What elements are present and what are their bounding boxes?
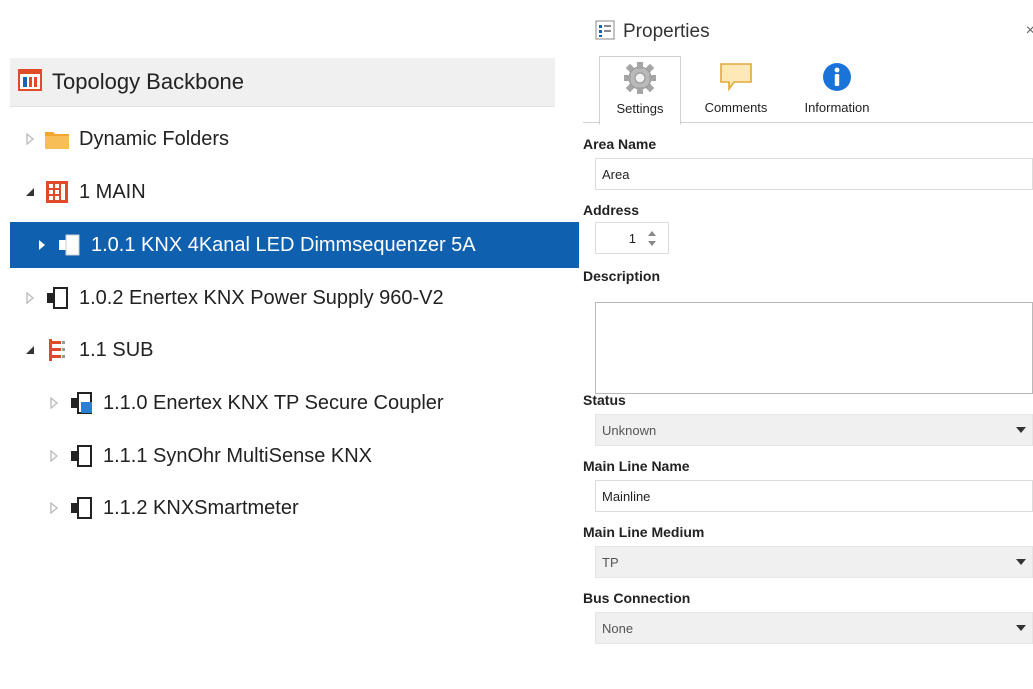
properties-title: Properties (623, 21, 710, 42)
topology-icon (18, 68, 42, 96)
expand-arrow-icon[interactable] (46, 448, 62, 464)
tree-item-label: Dynamic Folders (79, 127, 230, 150)
bus-connection-select[interactable]: None (595, 612, 1033, 644)
tree-item-device-1-1-1[interactable]: 1.1.1 SynOhr MultiSense KNX (10, 433, 591, 479)
status-label: Status (583, 392, 626, 408)
topology-title: Topology Backbone (52, 69, 245, 94)
tree-item-device-1-0-1[interactable]: 1.0.1 KNX 4Kanal LED Dimmsequenzer 5A (10, 222, 579, 268)
stepper-up-icon[interactable] (648, 231, 656, 236)
main-line-name-input[interactable]: Mainline (595, 480, 1033, 512)
tab-label: Comments (704, 100, 768, 115)
tree-item-device-1-0-2[interactable]: 1.0.2 Enertex KNX Power Supply 960-V2 (10, 275, 567, 321)
comment-icon (719, 58, 753, 96)
properties-title-bar: Properties (595, 18, 710, 46)
address-value: 1 (628, 231, 636, 246)
device-icon (68, 496, 94, 520)
area-name-label: Area Name (583, 136, 657, 152)
tree-item-coupler-1-1-0[interactable]: 1.1.0 Enertex KNX TP Secure Coupler (10, 380, 591, 426)
tree-item-device-1-1-2[interactable]: 1.1.2 KNXSmartmeter (10, 485, 591, 531)
collapse-arrow-icon[interactable] (22, 342, 38, 358)
tree-item-main-area[interactable]: 1 MAIN (10, 169, 567, 215)
folder-icon (44, 127, 70, 151)
topology-header[interactable]: Topology Backbone (10, 58, 555, 107)
tree-item-label: 1 MAIN (79, 180, 146, 203)
main-line-medium-select[interactable]: TP (595, 546, 1033, 578)
expand-arrow-icon[interactable] (22, 290, 38, 306)
main-line-name-label: Main Line Name (583, 458, 690, 474)
tree-item-dynamic-folders[interactable]: Dynamic Folders (10, 116, 567, 162)
device-icon (44, 286, 70, 310)
topology-panel: Topology Backbone Dynamic Folders 1 MAIN… (10, 58, 579, 519)
tree-item-label: 1.1.0 Enertex KNX TP Secure Coupler (103, 391, 444, 414)
tab-comments[interactable]: Comments (696, 56, 776, 123)
tab-settings[interactable]: Settings (599, 56, 681, 125)
tree-item-label: 1.0.1 KNX 4Kanal LED Dimmsequenzer 5A (91, 233, 476, 256)
area-icon (44, 180, 70, 204)
expand-arrow-icon[interactable] (34, 237, 50, 253)
description-textarea[interactable] (595, 302, 1033, 394)
close-icon[interactable]: × (1026, 22, 1033, 40)
coupler-icon (68, 391, 94, 415)
expand-arrow-icon[interactable] (46, 500, 62, 516)
gear-icon (623, 59, 657, 97)
bus-connection-value: None (602, 621, 634, 636)
collapse-arrow-icon[interactable] (22, 184, 38, 200)
device-icon (68, 444, 94, 468)
stepper-down-icon[interactable] (648, 241, 656, 246)
expand-arrow-icon[interactable] (46, 395, 62, 411)
line-icon (44, 338, 70, 362)
chevron-down-icon (1016, 625, 1026, 631)
properties-icon (595, 20, 615, 45)
properties-panel: Properties × Settings Comments Informati… (583, 12, 1033, 652)
tree-item-sub-line[interactable]: 1.1 SUB (10, 327, 567, 373)
main-line-medium-label: Main Line Medium (583, 524, 705, 540)
properties-tabs: Settings Comments Information (583, 56, 1033, 125)
tree-item-label: 1.1 SUB (79, 338, 154, 361)
tab-label: Information (804, 100, 870, 115)
status-value: Unknown (602, 423, 657, 438)
bus-connection-label: Bus Connection (583, 590, 691, 606)
tab-information[interactable]: Information (795, 56, 879, 123)
expand-arrow-icon[interactable] (22, 131, 38, 147)
address-label: Address (583, 202, 640, 218)
description-label: Description (583, 268, 661, 284)
device-icon (56, 233, 82, 257)
status-select[interactable]: Unknown (595, 414, 1033, 446)
tree-item-label: 1.1.1 SynOhr MultiSense KNX (103, 444, 373, 467)
info-icon (821, 58, 853, 96)
chevron-down-icon (1016, 427, 1026, 433)
main-line-medium-value: TP (602, 555, 619, 570)
address-stepper[interactable]: 1 (595, 222, 669, 254)
tree-item-label: 1.0.2 Enertex KNX Power Supply 960-V2 (79, 286, 444, 309)
area-name-input[interactable]: Area (595, 158, 1033, 190)
chevron-down-icon (1016, 559, 1026, 565)
tab-label: Settings (616, 101, 664, 116)
tree-item-label: 1.1.2 KNXSmartmeter (103, 496, 299, 519)
